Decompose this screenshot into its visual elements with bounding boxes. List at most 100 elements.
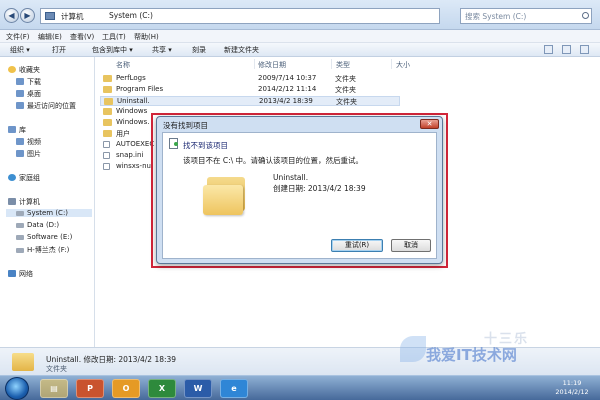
downloads-icon: [16, 78, 24, 85]
dialog-message: 该项目不在 C:\ 中。请确认该项目的位置，然后重试。: [183, 156, 364, 165]
star-icon: [8, 66, 16, 73]
recent-places-icon: [16, 102, 24, 109]
burn-button[interactable]: 刻录: [192, 45, 206, 55]
menu-help[interactable]: 帮助(H): [134, 32, 159, 42]
drive-icon: [16, 248, 24, 253]
nav-item-videos[interactable]: 视频: [16, 137, 41, 147]
address-field[interactable]: 计算机 System (C:): [40, 8, 440, 24]
nav-item-recent[interactable]: 最近访问的位置: [16, 101, 76, 111]
nav-network[interactable]: 网络: [8, 269, 33, 279]
folder-icon: [103, 130, 112, 137]
nav-computer[interactable]: 计算机: [8, 197, 40, 207]
file-date: 2013/4/2 18:39: [259, 97, 313, 105]
file-name: snap.ini: [116, 151, 144, 159]
dialog-item-date: 创建日期: 2013/4/2 18:39: [273, 184, 366, 193]
computer-icon: [8, 198, 16, 205]
nav-libraries[interactable]: 库: [8, 125, 26, 135]
menu-tools[interactable]: 工具(T): [102, 32, 126, 42]
folder-row[interactable]: Program Files 2014/2/12 11:14 文件夹: [100, 85, 400, 95]
nav-item-desktop[interactable]: 桌面: [16, 89, 41, 99]
nav-item-drive-c[interactable]: System (C:): [6, 209, 92, 217]
taskbar-word-button[interactable]: W: [184, 379, 212, 398]
desktop-icon: [16, 90, 24, 97]
folder-icon: [103, 108, 112, 115]
search-placeholder: 搜索 System (C:): [465, 12, 527, 21]
dialog-body: 找不到该项目 该项目不在 C:\ 中。请确认该项目的位置，然后重试。 Unins…: [162, 132, 437, 259]
drive-icon: [16, 235, 24, 240]
file-name: AUTOEXEC: [116, 140, 155, 148]
menu-file[interactable]: 文件(F): [6, 32, 30, 42]
search-input[interactable]: 搜索 System (C:): [460, 8, 592, 24]
file-date: 2014/2/12 11:14: [258, 85, 317, 93]
folder-icon: [103, 86, 112, 93]
forward-button[interactable]: ▶: [20, 8, 35, 23]
nav-item-pictures[interactable]: 图片: [16, 149, 41, 159]
view-options-icon[interactable]: [544, 45, 553, 54]
nav-item-drive-e[interactable]: Software (E:): [16, 233, 72, 241]
file-name: 用户: [116, 130, 130, 138]
nav-item-downloads[interactable]: 下载: [16, 77, 41, 87]
file-name: Windows: [116, 107, 148, 115]
taskbar-explorer-button[interactable]: ▤: [40, 379, 68, 398]
new-folder-button[interactable]: 新建文件夹: [224, 45, 259, 55]
file-icon: [103, 152, 110, 159]
system-clock[interactable]: 11:19 2014/2/12: [548, 379, 596, 397]
nav-item-drive-d[interactable]: Data (D:): [16, 221, 59, 229]
address-bar-region: ◀ ▶ 计算机 System (C:) 搜索 System (C:): [0, 0, 600, 30]
file-type: 文件夹: [335, 75, 356, 83]
breadcrumb-computer[interactable]: 计算机: [61, 11, 84, 22]
file-icon: [103, 163, 110, 170]
file-date: 2009/7/14 10:37: [258, 74, 317, 82]
details-pane: Uninstall. 修改日期: 2013/4/2 18:39 文件夹: [0, 347, 600, 375]
start-button[interactable]: [5, 377, 29, 400]
command-bar: 组织 ▾ 打开 包含到库中 ▾ 共享 ▾ 刻录 新建文件夹: [0, 43, 600, 57]
help-icon[interactable]: [580, 45, 589, 54]
taskbar-outlook-button[interactable]: O: [112, 379, 140, 398]
folder-icon: [104, 98, 113, 105]
cancel-button[interactable]: 取消: [391, 239, 431, 252]
preview-pane-icon[interactable]: [562, 45, 571, 54]
file-type: 文件夹: [336, 98, 357, 106]
menu-view[interactable]: 查看(V): [70, 32, 94, 42]
column-header-type[interactable]: 类型: [336, 60, 350, 70]
nav-favorites[interactable]: 收藏夹: [8, 65, 40, 75]
taskbar-ie-button[interactable]: e: [220, 379, 248, 398]
homegroup-icon: [8, 174, 16, 181]
file-type: 文件夹: [335, 86, 356, 94]
folder-row[interactable]: Uninstall. 2013/4/2 18:39 文件夹: [100, 96, 400, 106]
organize-button[interactable]: 组织 ▾: [10, 45, 30, 55]
nav-homegroup[interactable]: 家庭组: [8, 173, 40, 183]
dialog-title: 没有找到项目: [163, 121, 208, 130]
video-icon: [16, 138, 24, 145]
taskbar-excel-button[interactable]: X: [148, 379, 176, 398]
folder-icon: [203, 171, 247, 215]
clock-date: 2014/2/12: [555, 388, 589, 396]
column-divider: [331, 59, 332, 69]
file-name: Windows.: [116, 118, 150, 126]
picture-icon: [16, 150, 24, 157]
document-icon: [169, 138, 178, 149]
breadcrumb-system-drive[interactable]: System (C:): [109, 11, 153, 20]
nav-item-drive-f[interactable]: H-博兰杰 (F:): [16, 245, 69, 255]
file-icon: [103, 141, 110, 148]
open-button[interactable]: 打开: [52, 45, 66, 55]
folder-row[interactable]: PerfLogs 2009/7/14 10:37 文件夹: [100, 74, 400, 84]
column-header-name[interactable]: 名称: [116, 60, 130, 70]
menu-edit[interactable]: 编辑(E): [38, 32, 62, 42]
back-button[interactable]: ◀: [4, 8, 19, 23]
computer-icon: [45, 12, 55, 20]
taskbar-powerpoint-button[interactable]: P: [76, 379, 104, 398]
drive-icon: [16, 223, 24, 228]
item-not-found-dialog: 没有找到项目 ✕ 找不到该项目 该项目不在 C:\ 中。请确认该项目的位置，然后…: [156, 116, 443, 264]
share-button[interactable]: 共享 ▾: [152, 45, 172, 55]
dialog-heading: 找不到该项目: [183, 141, 228, 150]
file-name: winsxs-nul: [116, 162, 153, 170]
column-header-size[interactable]: 大小: [396, 60, 410, 70]
include-in-library-button[interactable]: 包含到库中 ▾: [92, 45, 133, 55]
file-name: Program Files: [116, 85, 164, 93]
close-button[interactable]: ✕: [420, 119, 439, 129]
details-type: 文件夹: [46, 365, 67, 373]
retry-button[interactable]: 重试(R): [331, 239, 383, 252]
column-header-date[interactable]: 修改日期: [258, 60, 286, 70]
folder-icon: [103, 75, 112, 82]
